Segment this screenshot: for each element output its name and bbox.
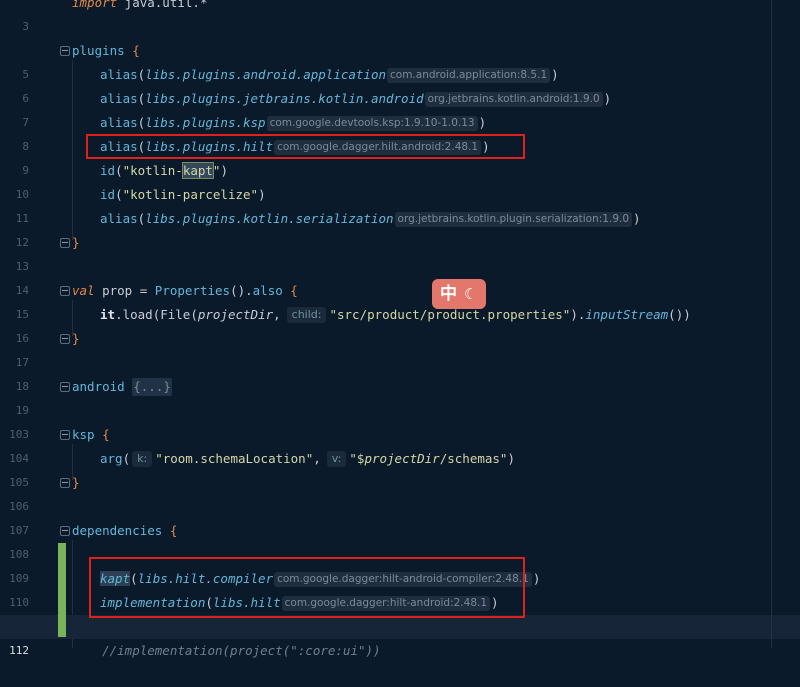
paren: ) [507,451,515,466]
class-name: Properties [154,283,231,298]
function-name: arg [100,451,123,466]
keyword: val [72,283,95,298]
brace: } [72,331,80,346]
string-literal: "$ [349,451,365,466]
moon-icon: ☾ [464,285,478,303]
comment: //implementation(project(":core:ui")) [72,643,381,658]
ime-badge[interactable]: 中 ☾ [432,279,486,309]
brace: { [169,523,178,538]
comma: , [313,451,321,466]
parameter-hint: child: [286,307,327,323]
fold-icon[interactable] [60,382,70,392]
string-literal: "kotlin-parcelize" [122,187,259,202]
code-line[interactable]: 106 } [0,471,800,513]
fold-icon[interactable] [60,478,70,488]
brace: { [102,427,110,442]
argument: projectDir [197,307,274,322]
function-name: alias [100,91,138,106]
string-literal: "room.schemaLocation" [155,451,314,466]
parameter-hint: v: [326,451,347,467]
code-line[interactable]: //implementation(project(":core:ui")) [0,639,800,663]
inlay-hint: org.jetbrains.kotlin.plugin.serializatio… [394,212,633,227]
fold-icon[interactable] [60,334,70,344]
brace: } [72,235,80,250]
code-line[interactable]: 3 import java.util.* [0,0,800,33]
keyword: import [72,0,118,10]
code-line[interactable]: 107 [0,495,800,537]
code-line[interactable]: 6 alias(libs.plugins.android.application… [0,63,800,105]
fold-icon[interactable] [60,430,70,440]
code-line[interactable]: 7 alias(libs.plugins.jetbrains.kotlin.an… [0,87,800,129]
code-line[interactable]: 12 alias(libs.plugins.kotlin.serializati… [0,207,800,249]
code-line[interactable]: 14 [0,255,800,297]
current-code-line[interactable]: 112 [0,615,800,657]
code-line[interactable]: 104 ksp { [0,423,800,465]
inlay-hint: com.google.devtools.ksp:1.9.10-1.0.13 [266,116,478,131]
call-parens: ()) [668,307,691,322]
brace: { [282,283,298,298]
code-line[interactable]: 105 arg(k: "room.schemaLocation", v: "$proj… [0,447,800,489]
inlay-hint: org.jetbrains.kotlin.android:1.9.0 [424,92,603,107]
function-name: alias [100,115,138,130]
brace: { [132,43,140,58]
argument: libs.plugins.android.application [145,67,386,82]
vcs-change-marker[interactable] [58,543,66,637]
template-variable: projectDir [364,451,440,466]
search-highlight: kapt [181,162,214,179]
block-name: ksp [72,427,95,442]
collapsed-region[interactable]: {...} [132,378,172,396]
annotation-box-hilt-dependencies [89,557,525,618]
code-line[interactable]: 15 val prop = Properties().also { [0,279,800,321]
block-name: dependencies [72,523,163,538]
code-line[interactable]: 5 plugins { [0,39,800,81]
code-line[interactable]: 18 [0,351,800,393]
right-margin-guide [771,0,772,648]
code-line[interactable]: 8 alias(libs.plugins.ksp com.google.devto… [0,111,800,153]
comma: , [273,307,281,322]
block-name: android [72,379,125,394]
function-name: alias [100,211,138,226]
code-line[interactable]: 19 android {...} [0,375,800,417]
function-name: id [100,187,116,202]
operator: = [132,283,155,298]
call-chain: ). [570,307,586,322]
call-chain: .load(File( [115,307,198,322]
argument: libs.plugins.kotlin.serialization [145,211,394,226]
annotation-box-hilt-plugin [86,134,525,159]
string-literal: "src/product/product.properties" [329,307,571,322]
string-literal: "kotlin- [122,163,183,178]
fold-icon[interactable] [60,526,70,536]
code-line[interactable]: 108 dependencies { [0,519,800,561]
paren: ( [122,451,131,466]
line-number: 3 [22,20,29,33]
block-name: plugins [72,43,125,58]
call-parens: (). [230,283,253,298]
function-name: alias [100,67,138,82]
function-name: also [252,283,283,298]
code-line[interactable]: 16 it.load(File(projectDir, child: "src/pr… [0,303,800,345]
argument: libs.plugins.jetbrains.kotlin.android [145,91,424,106]
function-name: id [100,163,116,178]
argument: libs.plugins.ksp [145,115,266,130]
inlay-hint: com.android.application:8.5.1 [387,68,551,83]
code-line[interactable]: 10 id("kotlin-kapt") [0,159,800,201]
import-path: java.util.* [117,0,208,10]
fold-icon[interactable] [60,286,70,296]
code-line[interactable]: 11 id("kotlin-parcelize") [0,183,800,225]
code-line[interactable]: 13 } [0,231,800,273]
brace: } [72,475,80,490]
variable-name: prop [94,283,133,298]
property-name: inputStream [585,307,669,322]
fold-icon[interactable] [60,46,70,56]
code-line[interactable]: 17 } [0,327,800,369]
chinese-input-icon: 中 [440,284,457,304]
code-line[interactable]: 103 [0,399,800,441]
it-keyword: it [100,307,116,322]
string-literal: /schemas" [439,451,508,466]
fold-icon[interactable] [60,238,70,248]
parameter-hint: k: [132,451,153,467]
